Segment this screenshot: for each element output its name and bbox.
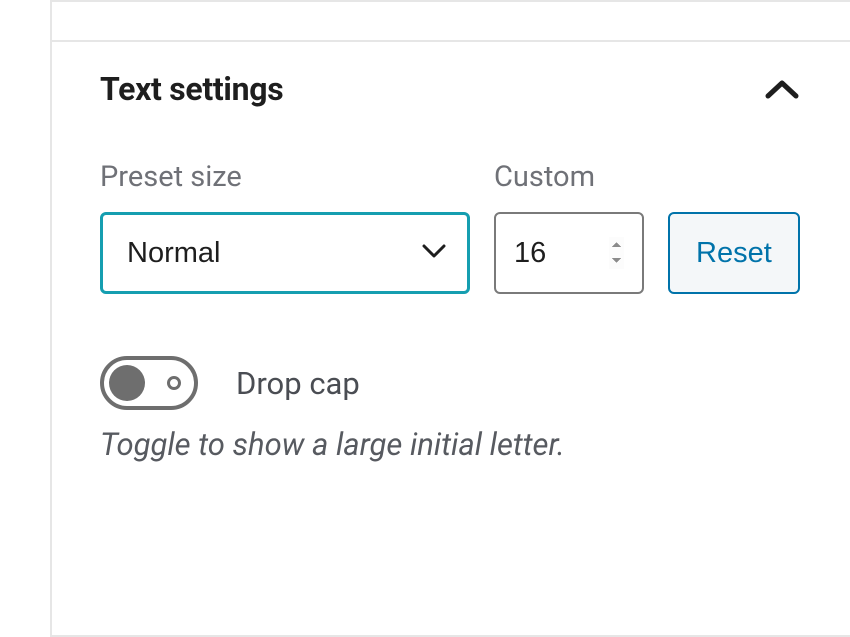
chevron-up-icon — [765, 78, 799, 100]
custom-size-label: Custom — [494, 160, 644, 194]
panel-header[interactable]: Text settings — [100, 70, 800, 108]
preset-size-field: Preset size Normal — [100, 160, 470, 294]
custom-size-input[interactable] — [494, 212, 644, 294]
panel-title: Text settings — [100, 70, 283, 108]
custom-size-field: Custom — [494, 160, 644, 294]
drop-cap-description: Toggle to show a large initial letter. — [100, 426, 800, 463]
preset-size-select[interactable]: Normal — [100, 212, 470, 294]
collapse-toggle[interactable] — [764, 71, 800, 107]
toggle-indicator — [167, 376, 181, 390]
drop-cap-toggle[interactable] — [100, 356, 198, 410]
preset-size-label: Preset size — [100, 160, 470, 194]
reset-button[interactable]: Reset — [668, 212, 800, 294]
panel-top-divider — [52, 2, 850, 42]
text-settings-panel: Text settings Preset size Normal — [50, 0, 850, 637]
toggle-knob — [109, 365, 145, 401]
drop-cap-label: Drop cap — [236, 365, 360, 402]
